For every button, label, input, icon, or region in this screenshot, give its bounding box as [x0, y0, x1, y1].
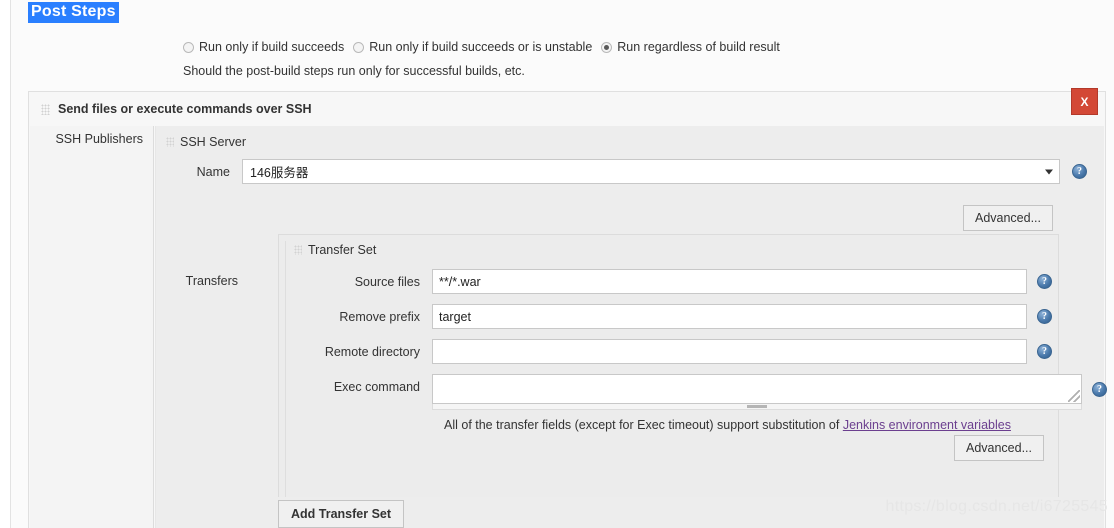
ssh-server-header: SSH Server [164, 133, 1098, 151]
publisher-content: SSH Server Name 146服务器 ? Advanced... Tra… [155, 126, 1107, 528]
ssh-server-advanced-button[interactable]: Advanced... [962, 205, 1053, 231]
exec-command-textarea[interactable] [432, 374, 1082, 404]
remove-prefix-input[interactable] [432, 304, 1027, 329]
transfers-area: Transfer Set Source files ? Remove prefi… [278, 234, 1107, 497]
post-steps-hint: Should the post-build steps run only for… [183, 64, 525, 78]
radio-icon[interactable] [183, 41, 194, 53]
radio-label: Run only if build succeeds or is unstabl… [369, 40, 593, 54]
exec-command-label: Exec command [333, 380, 420, 394]
chevron-down-icon [1045, 169, 1053, 174]
radio-run-only-if-build-succeeds-or-unstable[interactable]: Run only if build succeeds or is unstabl… [353, 40, 592, 54]
drag-handle-icon[interactable] [294, 245, 302, 255]
ssh-server-selected-value: 146服务器 [250, 166, 309, 180]
panel-header: Send files or execute commands over SSH [29, 92, 1105, 126]
resize-handle-icon[interactable] [1068, 390, 1080, 402]
ssh-server-name-row: Name 146服务器 ? [164, 159, 1098, 184]
name-label: Name [196, 164, 230, 179]
radio-icon-selected[interactable] [601, 41, 613, 53]
textarea-drag-bar[interactable] [432, 404, 1082, 410]
radio-label: Run only if build succeeds [199, 40, 345, 54]
radio-icon[interactable] [353, 41, 365, 53]
transfer-advanced-wrapper: Advanced... [953, 435, 1044, 461]
help-question-icon[interactable]: ? [1037, 274, 1052, 289]
page-title: Post Steps [28, 2, 119, 23]
remote-directory-input[interactable] [432, 339, 1027, 364]
post-steps-radio-group: Run only if build succeeds Run only if b… [183, 40, 789, 54]
source-files-label: Source files [354, 274, 420, 289]
note-text: All of the transfer fields (except for E… [444, 418, 843, 432]
radio-run-regardless-of-build-result[interactable]: Run regardless of build result [601, 40, 780, 54]
drag-handle-icon[interactable] [41, 103, 50, 115]
ssh-server-section: SSH Server Name 146服务器 ? Advanced... [164, 133, 1098, 240]
ssh-publisher-panel: Send files or execute commands over SSH … [28, 88, 1107, 528]
help-question-icon[interactable]: ? [1092, 382, 1107, 397]
remove-prefix-label: Remove prefix [339, 309, 420, 324]
add-transfer-set-button[interactable]: Add Transfer Set [278, 500, 405, 528]
close-button[interactable]: X [1071, 88, 1098, 115]
transfer-advanced-button[interactable]: Advanced... [953, 435, 1044, 461]
publisher-left-column: SSH Publishers [30, 126, 154, 528]
exec-command-row: Exec command ? [292, 374, 1107, 410]
remote-directory-row: Remote directory ? [292, 339, 1052, 364]
transfer-set-header: Transfer Set [292, 241, 1052, 259]
ssh-server-select[interactable]: 146服务器 [242, 159, 1060, 184]
help-question-icon[interactable]: ? [1037, 344, 1052, 359]
remove-prefix-row: Remove prefix ? [292, 304, 1052, 329]
radio-label: Run regardless of build result [617, 40, 780, 54]
source-files-row: Source files ? [292, 269, 1052, 294]
panel-title: Send files or execute commands over SSH [58, 102, 312, 116]
transfers-label: Transfers [185, 274, 238, 288]
drag-handle-icon[interactable] [166, 137, 174, 147]
add-transfer-set-wrapper: Add Transfer Set [278, 500, 405, 528]
help-question-icon[interactable]: ? [1037, 309, 1052, 324]
transfer-set-title: Transfer Set [308, 243, 377, 257]
radio-run-only-if-build-succeeds[interactable]: Run only if build succeeds [183, 40, 344, 54]
help-question-icon[interactable]: ? [1072, 164, 1087, 179]
transfer-set: Transfer Set Source files ? Remove prefi… [285, 241, 1107, 497]
remote-directory-label: Remote directory [324, 344, 420, 359]
jenkins-environment-variables-link[interactable]: Jenkins environment variables [843, 418, 1011, 432]
ssh-server-title: SSH Server [180, 135, 246, 149]
ssh-publishers-label: SSH Publishers [55, 132, 143, 146]
transfer-fields-note: All of the transfer fields (except for E… [444, 418, 1052, 432]
source-files-input[interactable] [432, 269, 1027, 294]
